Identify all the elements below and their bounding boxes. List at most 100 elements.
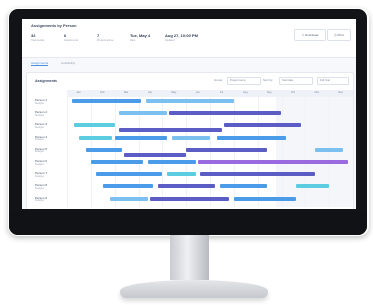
stat-label: Date (130, 39, 136, 42)
stat-label: Total people (31, 39, 45, 42)
month-label: Mar (123, 91, 129, 94)
assignment-bar[interactable] (119, 111, 168, 116)
assignment-bar[interactable] (295, 184, 330, 189)
month-label: Oct (290, 91, 296, 94)
assignment-bar[interactable] (90, 160, 144, 164)
row-label[interactable]: Person 8 (35, 183, 47, 187)
panel-title: Assignments (35, 79, 57, 83)
row-sublabel: Designer (35, 187, 45, 190)
assignment-bar[interactable] (198, 160, 349, 164)
row-sublabel: Designer (35, 175, 45, 178)
monitor-stand-base (120, 280, 268, 298)
month-label: Apr (147, 91, 153, 94)
row-label[interactable]: Person 2 (35, 110, 47, 114)
stat-value: 32 (31, 33, 36, 38)
stat-assignments: 6 Assignments (64, 33, 78, 42)
assignment-bar[interactable] (224, 123, 301, 128)
assignment-bar[interactable] (102, 184, 153, 189)
tab-availability[interactable]: Availability (61, 61, 75, 65)
month-label: Sep (266, 91, 272, 94)
stat-total-people: 32 Total people (31, 33, 44, 42)
row-sublabel: Designer (35, 200, 45, 203)
row-label[interactable]: Person 7 (35, 171, 47, 175)
print-button[interactable]: ⎙ Print (327, 29, 351, 41)
group-select[interactable]: Project name (227, 77, 261, 85)
month-label: Feb (100, 91, 105, 94)
assignment-bar[interactable] (71, 99, 141, 103)
assignment-bar[interactable] (200, 172, 315, 177)
assignment-bar[interactable] (114, 135, 168, 140)
stat-updated: Aug 27, 10:00 PM Updated (165, 33, 198, 42)
row-label[interactable]: Person 6 (35, 159, 47, 163)
assignment-bar[interactable] (124, 152, 187, 157)
row-sublabel: Designer (35, 139, 45, 142)
assignment-bar[interactable] (186, 147, 268, 152)
month-label: Nov (314, 91, 320, 94)
grid-line (114, 97, 116, 207)
assignment-bar[interactable] (157, 184, 215, 189)
assignment-bar[interactable] (167, 172, 196, 177)
assignment-bar[interactable] (233, 196, 296, 201)
row-sublabel: Designer (35, 151, 45, 154)
assignment-bar[interactable] (119, 128, 222, 133)
filter-label-group: Group (214, 78, 223, 82)
assignment-bar[interactable] (171, 135, 210, 140)
assignment-bar[interactable] (145, 99, 234, 103)
assignment-bar[interactable] (150, 196, 230, 201)
row-label[interactable]: Person 3 (35, 122, 47, 126)
month-label: Jan (76, 91, 81, 94)
view-select[interactable]: Full Year (317, 77, 349, 85)
stat-value: Aug 27, 10:00 PM (165, 33, 198, 38)
screen: Assignments by Person 32 Total people 6 … (22, 19, 356, 209)
assignment-bar[interactable] (109, 196, 149, 201)
row-sublabel: Designer (35, 126, 45, 129)
stat-projects: 7 Projects active (97, 33, 113, 42)
monitor-stand-neck (170, 235, 209, 280)
row-label[interactable]: Person 4 (35, 135, 47, 139)
assignment-bar[interactable] (314, 147, 344, 152)
assignment-bar[interactable] (217, 135, 287, 140)
stat-label: Updated (165, 39, 175, 42)
month-label: May (171, 91, 177, 94)
assignment-bar[interactable] (74, 123, 115, 128)
stat-value: 6 (64, 33, 67, 38)
download-button[interactable]: ⇩ Download (294, 29, 326, 41)
row-label[interactable]: Person 1 (35, 98, 47, 102)
gantt-grid (67, 97, 353, 207)
grid-line (329, 97, 331, 207)
stat-label: Assignments (64, 39, 79, 42)
download-icon: ⇩ (301, 33, 305, 37)
row-label[interactable]: Person 9 (35, 196, 47, 200)
month-header: Jan Feb Mar Apr May Jun Jul Aug Sep Oct Nov Dec (67, 90, 353, 97)
grid-line (305, 97, 307, 207)
download-label: Download (305, 33, 319, 37)
sort-select[interactable]: Start date (279, 77, 313, 85)
future-shade (276, 97, 353, 207)
print-label: Print (337, 33, 344, 37)
assignment-bar[interactable] (169, 111, 282, 116)
assignment-bar[interactable] (219, 184, 268, 189)
stat-date: Tue, May 4 Date (130, 33, 150, 42)
grid-line (90, 97, 92, 207)
assignment-bar[interactable] (95, 172, 163, 177)
stat-label: Projects active (97, 39, 114, 42)
row-sublabel: Designer (35, 102, 45, 105)
month-label: Dec (338, 91, 343, 94)
assignment-bar[interactable] (148, 160, 196, 164)
stat-value: 7 (97, 33, 100, 38)
assignment-bar[interactable] (86, 147, 122, 152)
gantt-panel: Assignments Group Project name Sort by S… (26, 72, 354, 209)
assignment-bar[interactable] (78, 135, 113, 140)
tab-assignments[interactable]: Assignments (31, 61, 49, 66)
monitor-chin (9, 212, 367, 235)
filter-label-sort: Sort by (263, 78, 273, 82)
grid-line (281, 97, 283, 207)
page-title: Assignments by Person (31, 23, 77, 28)
stat-value: Tue, May 4 (130, 33, 151, 38)
month-label: Jul (219, 91, 224, 94)
grid-line (67, 97, 68, 207)
month-label: Aug (243, 91, 248, 94)
row-sublabel: Designer (35, 114, 45, 117)
page-header: Assignments by Person 32 Total people 6 … (22, 19, 356, 58)
print-icon: ⎙ (334, 33, 337, 37)
